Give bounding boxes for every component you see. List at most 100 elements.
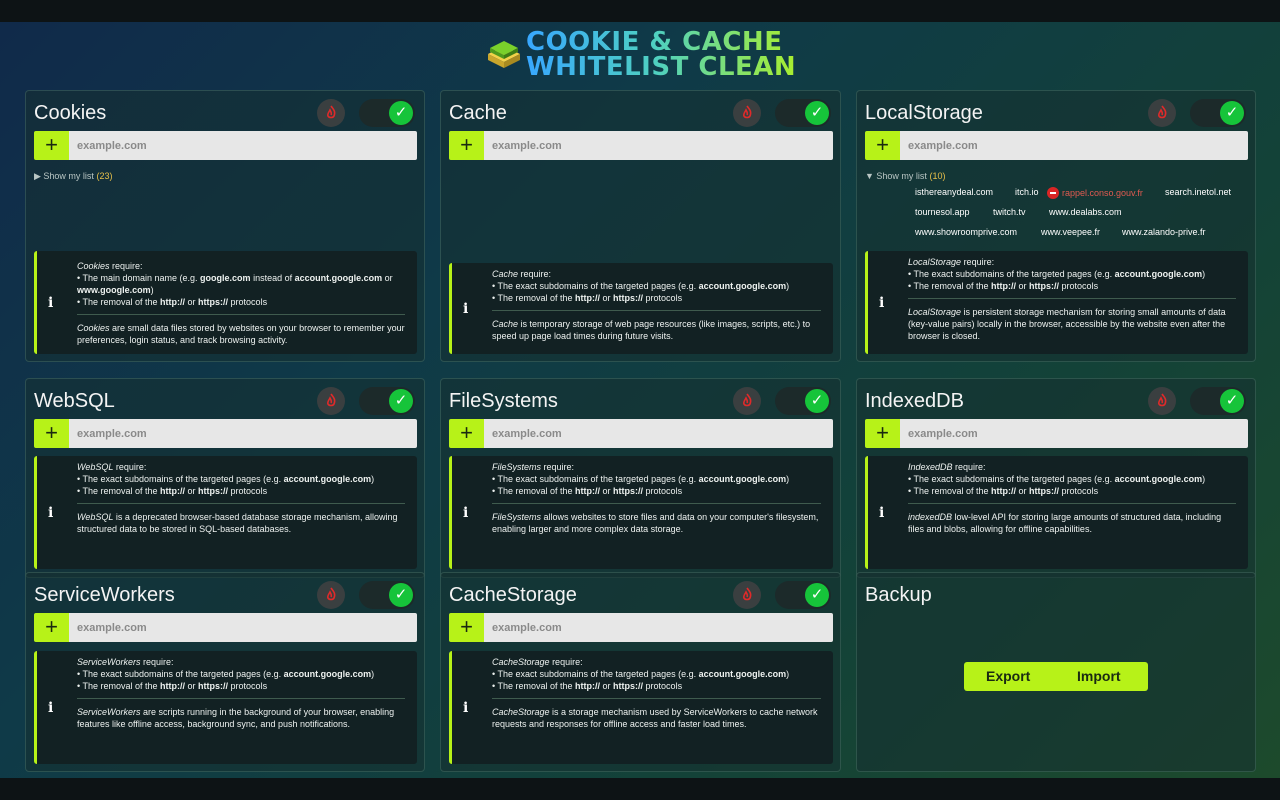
enable-toggle[interactable]: ✓ (359, 99, 415, 127)
add-domain-button[interactable]: + (865, 419, 900, 448)
flame-icon (742, 105, 752, 119)
requirement-line-1: • The main domain name (e.g. google.com … (77, 272, 405, 296)
clean-now-button[interactable] (1148, 99, 1176, 127)
show-list-toggle[interactable]: ▶ Show my list (23) (34, 171, 112, 182)
domain-item[interactable]: search.inetol.net (1165, 187, 1231, 197)
description: CacheStorage is a storage mechanism used… (492, 706, 821, 730)
info-icon: i (463, 505, 469, 521)
enable-toggle[interactable]: ✓ (1190, 99, 1246, 127)
req-text: or (600, 681, 614, 691)
domain-input[interactable] (900, 419, 1248, 448)
description-text: are small data files stored by websites … (77, 323, 405, 345)
add-domain-row: + (449, 613, 833, 642)
add-domain-button[interactable]: + (449, 419, 484, 448)
domain-item[interactable]: isthereanydeal.com (915, 187, 993, 197)
card-title: Cookies (34, 102, 107, 124)
req-text: • The exact subdomains of the targeted p… (908, 269, 1115, 279)
enable-toggle[interactable]: ✓ (775, 387, 831, 415)
domain-input[interactable] (69, 131, 417, 160)
info-text: CacheStorage require: • The exact subdoma… (492, 656, 821, 730)
info-text: IndexedDB require: • The exact subdomains… (908, 461, 1236, 535)
req-bold: account.google.com (698, 474, 787, 484)
clean-now-button[interactable] (317, 99, 345, 127)
add-domain-button[interactable]: + (34, 613, 69, 642)
info-icon: i (463, 700, 469, 716)
add-domain-button[interactable]: + (449, 613, 484, 642)
domain-item[interactable]: www.zalando-prive.fr (1122, 227, 1206, 237)
flame-icon (742, 393, 752, 407)
clean-now-button[interactable] (733, 581, 761, 609)
req-bold: account.google.com (1114, 269, 1203, 279)
req-text: • The removal of the (77, 681, 161, 691)
add-domain-row: + (865, 419, 1248, 448)
domain-input[interactable] (484, 419, 833, 448)
card-title: FileSystems (449, 390, 558, 412)
add-domain-button[interactable]: + (865, 131, 900, 160)
req-text: protocols (643, 293, 683, 303)
req-text: ) (786, 669, 790, 679)
import-button[interactable]: Import (1077, 662, 1121, 691)
enable-toggle[interactable]: ✓ (775, 99, 831, 127)
remove-icon[interactable] (1047, 187, 1059, 199)
req-text: • The exact subdomains of the targeted p… (77, 474, 284, 484)
requirement-heading: WebSQL require: (77, 461, 405, 473)
req-text: • The removal of the (908, 281, 992, 291)
show-list-toggle[interactable]: ▼ Show my list (10) (865, 171, 945, 181)
req-bold: http:// (991, 486, 1017, 496)
domain-item[interactable]: www.showroomprive.com (915, 227, 1017, 237)
add-domain-button[interactable]: + (34, 131, 69, 160)
enable-toggle[interactable]: ✓ (359, 387, 415, 415)
clean-now-button[interactable] (1148, 387, 1176, 415)
description: WebSQL is a deprecated browser-based dat… (77, 511, 405, 535)
card-filesystems: FileSystems✓+iFileSystems require:• The … (440, 378, 841, 578)
domain-item[interactable]: www.dealabs.com (1049, 207, 1122, 217)
card-title: IndexedDB (865, 390, 964, 412)
clean-now-button[interactable] (317, 581, 345, 609)
list-count: (23) (96, 171, 113, 181)
export-button[interactable]: Export (986, 662, 1030, 691)
req-text: protocols (228, 297, 268, 307)
domain-item[interactable]: rappel.conso.gouv.fr (1047, 187, 1143, 199)
triangle-down-icon: ▼ (865, 171, 877, 181)
domain-input[interactable] (69, 613, 417, 642)
domain-input[interactable] (900, 131, 1248, 160)
req-text: ) (371, 669, 375, 679)
description-name: indexedDB (908, 512, 953, 522)
domain-input[interactable] (484, 131, 833, 160)
clean-now-button[interactable] (733, 99, 761, 127)
enable-toggle[interactable]: ✓ (1190, 387, 1246, 415)
domain-input[interactable] (484, 613, 833, 642)
req-text: ) (786, 474, 790, 484)
domain-item[interactable]: twitch.tv (993, 207, 1026, 217)
check-icon: ✓ (805, 101, 829, 125)
add-domain-row: + (34, 613, 417, 642)
domain-input[interactable] (69, 419, 417, 448)
clean-now-button[interactable] (733, 387, 761, 415)
enable-toggle[interactable]: ✓ (775, 581, 831, 609)
domain-item[interactable]: www.veepee.fr (1041, 227, 1100, 237)
req-text: or (185, 297, 199, 307)
add-domain-button[interactable]: + (449, 131, 484, 160)
add-domain-button[interactable]: + (34, 419, 69, 448)
domain-text: www.zalando-prive.fr (1122, 227, 1206, 237)
enable-toggle[interactable]: ✓ (359, 581, 415, 609)
req-text: • The exact subdomains of the targeted p… (77, 669, 284, 679)
req-text: or (1016, 486, 1030, 496)
card-title: LocalStorage (865, 102, 983, 124)
domain-item[interactable]: tournesol.app (915, 207, 970, 217)
check-icon: ✓ (1220, 101, 1244, 125)
req-text: • The removal of the (492, 293, 576, 303)
description-text: is temporary storage of web page resourc… (492, 319, 811, 341)
req-bold: https:// (198, 297, 229, 307)
domain-item[interactable]: itch.io (1015, 187, 1039, 197)
clean-now-button[interactable] (317, 387, 345, 415)
card-cookies: Cookies ✓ + ▶ Show my list (23) i Cookies req… (25, 90, 425, 362)
info-icon: i (48, 700, 54, 716)
req-text: or (1016, 281, 1030, 291)
domain-text: rappel.conso.gouv.fr (1062, 188, 1143, 198)
req-text: • The removal of the (492, 486, 576, 496)
card-title: ServiceWorkers (34, 584, 175, 606)
requirement-name: CacheStorage (492, 657, 550, 667)
requirement-line-2: • The removal of the http:// or https://… (492, 292, 821, 304)
description-name: FileSystems (492, 512, 542, 522)
